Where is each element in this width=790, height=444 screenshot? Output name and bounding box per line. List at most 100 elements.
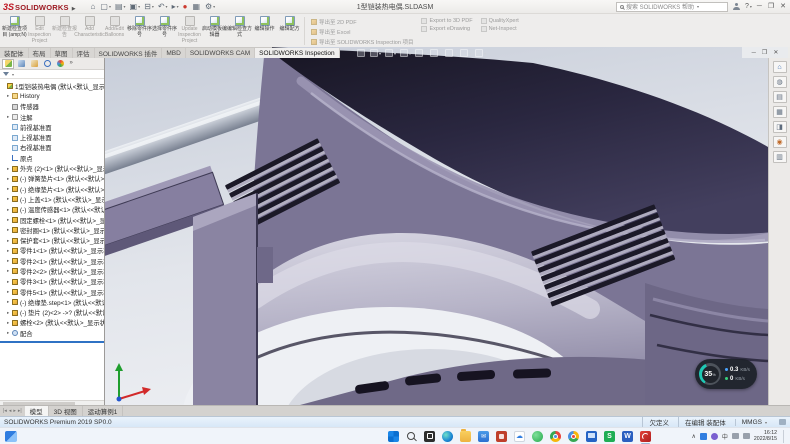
tree-item-part5[interactable]: ▸ 零件5<1> (默认<<默认>_显示状态 [0,287,104,297]
new-document-icon[interactable]: ▢▾ [100,3,111,11]
net-inspect-item[interactable]: Net-Inspect [481,26,519,32]
featuremanager-tab[interactable] [2,59,14,69]
status-tab-icon[interactable] [779,419,786,425]
tray-app-icon[interactable] [711,433,718,440]
3d-model-canvas[interactable] [105,47,768,405]
new-inspection-project-button[interactable]: 新建检查项目 (amp;N) [2,15,27,47]
word-icon[interactable]: W [622,431,633,442]
network-speed-widget[interactable]: 35% 0.3 KB/s 0 KB/s [695,359,757,389]
first-tab-button[interactable]: |◂ [3,408,7,414]
tree-item-annotations[interactable]: ▸ 注解 [0,112,104,122]
export-3d-pdf-item[interactable]: Export to 3D PDF [421,18,472,24]
remove-balloons-button[interactable]: 移除零件序号 [127,15,152,47]
edit-inspection-project-button[interactable]: Edit Inspection Project [27,15,52,47]
wps-icon[interactable]: S [604,431,615,442]
prev-tab-button[interactable]: ◂ [9,408,12,414]
browser-cloud-icon[interactable]: ☁ [514,431,525,442]
export-inspection-project-item[interactable]: 导出至 SOLIDWORKS Inspection 项目 [311,38,413,46]
tree-item-fixing-bolt[interactable]: ▸ 固定螺栓<1> (默认<<默认>_显示状 [0,215,104,225]
launch-template-editor-button[interactable]: 启动模板编辑器 [202,15,227,47]
propertymanager-tab[interactable] [15,59,27,69]
store-icon[interactable] [496,431,507,442]
remote-desktop-icon[interactable] [586,431,597,442]
design-library-icon[interactable]: ▤ [773,91,787,103]
home-icon[interactable]: ⌂ [91,3,97,11]
network-icon[interactable] [732,433,739,439]
tree-item-protective-sleeve[interactable]: ▸ 保护套<1> (默认<<默认>_显示状态 [0,235,104,245]
tree-item-gasket[interactable]: ▸ (-) 垫片 (2)<2> ->? (默认<<默认>_显 [0,308,104,318]
menu-flyout-icon[interactable]: ▶ [72,6,76,12]
tree-item-insulation-step[interactable]: ▸ (-) 绝缘垫.step<1> (默认<<默认>_显 [0,297,104,307]
rebuild-icon[interactable]: ● [183,3,189,11]
minimize-button[interactable]: ─ [757,3,762,10]
help-button[interactable]: ?▾ [745,3,752,10]
tree-item-insulation-washer[interactable]: ▸ (-) 绝缘垫片<1> (默认<<默认>_显示状 [0,184,104,194]
status-underdefined[interactable]: 欠定义 [642,417,678,427]
status-editing-assembly[interactable]: 在编辑 装配体 [678,417,735,427]
save-icon[interactable]: ▣▾ [130,3,141,11]
taskbar-clock[interactable]: 16:12 2022/8/15 [754,430,777,442]
file-explorer-icon[interactable] [460,431,471,442]
tab-3d-views[interactable]: 3D 视图 [49,406,83,416]
tab-layout[interactable]: 布局 [29,48,51,58]
export-2d-pdf-item[interactable]: 导出至 2D PDF [311,18,413,26]
close-button[interactable]: ✕ [780,3,786,10]
tab-model[interactable]: 模型 [25,406,49,416]
ime-icon[interactable]: 中 [722,432,728,441]
open-icon[interactable]: ▤▾ [115,3,126,11]
tab-sketch[interactable]: 草图 [51,48,73,58]
add-characteristic-button[interactable]: Add Characteristic [77,15,102,47]
restore-button[interactable]: ❐ [768,3,774,10]
login-icon[interactable] [733,3,740,10]
select-icon[interactable]: ▸▾ [172,3,179,11]
browser2-icon[interactable] [568,431,579,442]
tree-item-sensors[interactable]: 传感器 [0,102,104,112]
export-edrawing-item[interactable]: Export eDrawing [421,26,472,32]
search-button[interactable] [406,431,417,442]
export-excel-item[interactable]: 导出至 Excel [311,28,413,36]
solidworks-resources-icon[interactable]: ◍ [773,76,787,88]
doc-restore-button[interactable]: ❐ [762,49,767,56]
display-style-icon[interactable]: ▾ [430,49,441,57]
update-inspection-project-button[interactable]: Update Inspection Project [177,15,202,47]
tree-item-origin[interactable]: 原点 [0,153,104,163]
start-button[interactable] [388,431,399,442]
tree-item-bolt[interactable]: ▸ 螺栓<2> (默认<<默认>_显示状态 [0,318,104,328]
task-view-button[interactable] [424,431,435,442]
tab-addins[interactable]: SOLIDWORKS 插件 [95,48,163,58]
edit-appearance-icon[interactable]: ▾ [460,49,471,57]
tree-filter[interactable]: ▾ [0,70,104,79]
solidworks-taskbar-icon[interactable] [640,431,651,442]
chrome-icon[interactable] [550,431,561,442]
select-balloons-button[interactable]: 选择零件序号 [152,15,177,47]
show-desktop-button[interactable] [783,430,785,443]
onedrive-icon[interactable] [700,433,707,440]
view-orientation-icon[interactable]: ▾ [415,49,426,57]
graphics-area[interactable]: ▾ ▾ ▾ ▾ ▾ ▾ ▾ ▾ 35% [105,47,768,405]
add-edit-balloons-button[interactable]: Add/Edit Balloons [102,15,127,47]
zoom-area-icon[interactable]: ▾ [370,49,381,57]
view-palette-icon[interactable]: ◨ [773,121,787,133]
tab-mbd[interactable]: MBD [162,48,185,58]
custom-properties-icon[interactable]: ▥ [773,151,787,163]
volume-icon[interactable] [743,433,750,439]
zoom-fit-icon[interactable] [357,49,366,57]
tree-item-part3[interactable]: ▸ 零件3<1> (默认<<默认>_显示状态 [0,277,104,287]
doc-minimize-button[interactable]: ─ [752,50,756,56]
print-icon[interactable]: ⊟▾ [144,3,154,11]
next-tab-button[interactable]: ▸ [13,408,16,414]
appearances-icon[interactable]: ◉ [773,136,787,148]
file-properties-icon[interactable]: ▦ [192,3,201,11]
edit-recipes-button[interactable]: 编辑配方 [277,15,302,47]
tree-root-assembly[interactable]: 1型铠装热电偶 (默认<默认_显示状态-1>) [0,81,104,91]
hide-show-items-icon[interactable]: ▾ [445,49,456,57]
previous-view-icon[interactable]: ▾ [385,49,396,57]
widgets-button[interactable] [5,431,17,442]
tree-item-front-plane[interactable]: 前视基准面 [0,122,104,132]
status-units[interactable]: MMGS▾ [735,419,773,426]
apply-scene-icon[interactable]: ▾ [475,49,486,57]
tab-motion-study[interactable]: 运动算例1 [83,406,124,416]
search-input[interactable]: 搜索 SOLIDWORKS 帮助 ▾ [616,2,728,12]
tree-item-top-plane[interactable]: 上视基准面 [0,132,104,142]
tree-item-right-plane[interactable]: 右视基准面 [0,143,104,153]
